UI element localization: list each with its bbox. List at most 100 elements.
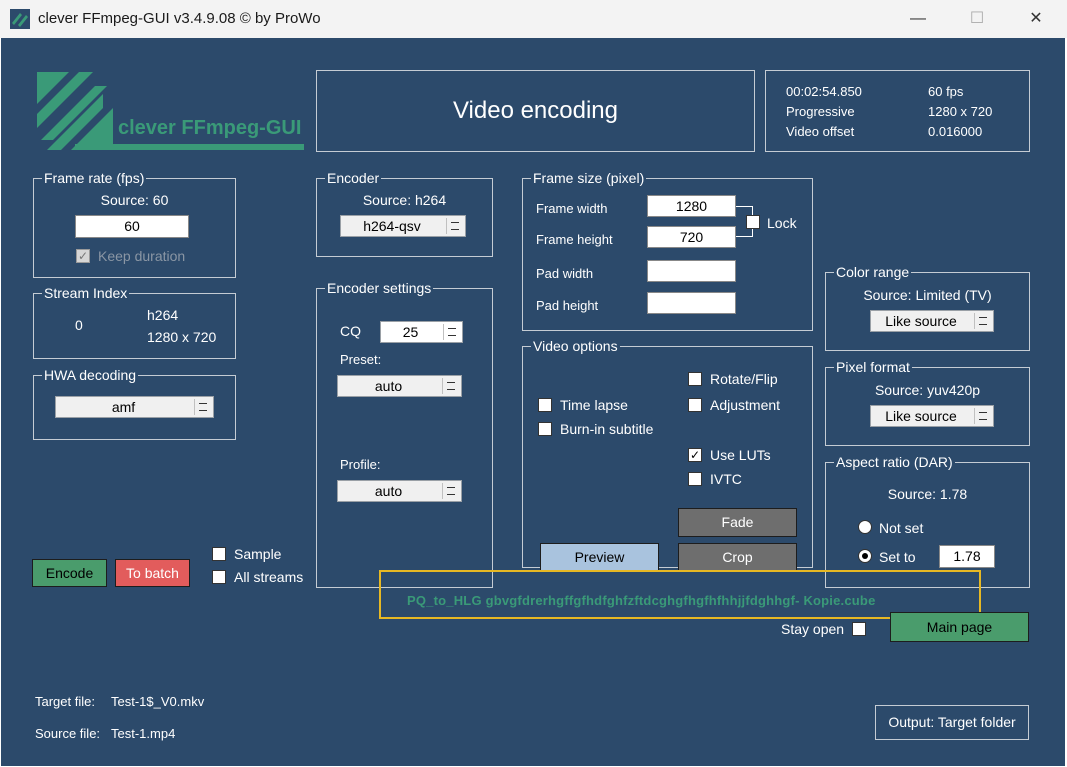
adjustment-checkbox[interactable] xyxy=(688,398,702,412)
crop-button[interactable]: Crop xyxy=(678,543,797,572)
spin-arrows-icon xyxy=(442,378,459,394)
page-title: Video encoding xyxy=(452,97,619,124)
preview-button[interactable]: Preview xyxy=(540,543,659,572)
frame-size-group: Frame size (pixel) Frame width 1280 Fram… xyxy=(522,170,813,331)
stream-resolution-value: 1280 x 720 xyxy=(147,329,217,345)
encoder-select[interactable]: h264-qsv xyxy=(340,215,466,237)
stay-open-label: Stay open xyxy=(781,621,845,637)
keep-duration-checkbox[interactable]: ✓ xyxy=(76,249,90,263)
logo-text: clever FFmpeg-GUI xyxy=(118,117,302,139)
fade-button[interactable]: Fade xyxy=(678,508,797,537)
stream-index-group: Stream Index 0 h264 1280 x 720 xyxy=(33,285,236,359)
color-range-source: Source: Limited (TV) xyxy=(863,287,992,303)
target-file-value: Test-1$_V0.mkv xyxy=(111,694,205,709)
video-options-group: Video options Rotate/Flip Time lapse Adj… xyxy=(522,338,813,572)
spin-arrows-icon xyxy=(443,324,460,340)
hwa-decoding-value: amf xyxy=(111,399,136,415)
aspect-ratio-legend: Aspect ratio (DAR) xyxy=(834,454,955,470)
video-offset-value: 0.016000 xyxy=(928,124,983,139)
ffmpeg-logo-icon xyxy=(37,72,113,150)
stream-index-legend: Stream Index xyxy=(42,285,130,301)
stream-index-value: 0 xyxy=(75,317,83,333)
app-logo-icon xyxy=(10,9,30,29)
cq-stepper[interactable]: 25 xyxy=(380,321,463,343)
set-to-radio[interactable] xyxy=(858,549,872,563)
lock-label: Lock xyxy=(767,215,797,231)
header-panel: Video encoding xyxy=(316,70,755,152)
preset-value: auto xyxy=(374,378,403,394)
encoder-settings-group: Encoder settings CQ 25 Preset: auto Prof… xyxy=(316,280,493,588)
lut-file-name[interactable]: PQ_to_HLG gbvgfdrerhgffgfhdfghfzftdcghgf… xyxy=(407,593,876,609)
frame-rate-group: Frame rate (fps) Source: 60 60 ✓ Keep du… xyxy=(33,170,236,278)
sample-label: Sample xyxy=(234,546,282,562)
pad-height-label: Pad height xyxy=(536,298,599,313)
time-lapse-label: Time lapse xyxy=(560,397,628,413)
adjustment-label: Adjustment xyxy=(710,397,781,413)
pixel-format-group: Pixel format Source: yuv420p Like source xyxy=(825,359,1030,446)
aspect-ratio-input[interactable]: 1.78 xyxy=(939,545,995,568)
rotate-flip-checkbox[interactable] xyxy=(688,372,702,386)
encoder-value: h264-qsv xyxy=(363,218,421,234)
frame-width-input[interactable]: 1280 xyxy=(647,195,736,217)
set-to-label: Set to xyxy=(879,549,916,565)
sample-checkbox[interactable] xyxy=(212,547,226,561)
resolution-value: 1280 x 720 xyxy=(928,104,993,119)
output-target-folder-button[interactable]: Output: Target folder xyxy=(875,705,1029,740)
pad-width-input[interactable] xyxy=(647,260,736,282)
video-options-legend: Video options xyxy=(531,338,620,354)
cq-value: 25 xyxy=(402,324,419,340)
to-batch-button[interactable]: To batch xyxy=(115,559,190,587)
ivtc-label: IVTC xyxy=(710,471,742,487)
all-streams-label: All streams xyxy=(234,569,304,585)
spin-arrows-icon xyxy=(194,399,211,415)
pixel-format-source: Source: yuv420p xyxy=(874,382,981,398)
pixel-format-value: Like source xyxy=(885,408,957,424)
frame-rate-source: Source: 60 xyxy=(100,192,169,208)
preset-label: Preset: xyxy=(340,352,382,367)
ivtc-checkbox[interactable] xyxy=(688,472,702,486)
stay-open-checkbox[interactable] xyxy=(852,622,866,636)
time-lapse-checkbox[interactable] xyxy=(538,398,552,412)
target-file-label: Target file: xyxy=(35,694,95,709)
frame-rate-legend: Frame rate (fps) xyxy=(42,170,147,186)
minimize-button[interactable]: — xyxy=(895,0,941,38)
cq-label: CQ xyxy=(340,323,361,339)
frame-height-input[interactable]: 720 xyxy=(647,226,736,248)
use-luts-checkbox[interactable]: ✓ xyxy=(688,448,702,462)
not-set-radio[interactable] xyxy=(858,520,872,534)
close-button[interactable]: ✕ xyxy=(1013,0,1059,38)
pixel-format-select[interactable]: Like source xyxy=(870,405,994,427)
stream-codec-value: h264 xyxy=(147,307,179,323)
not-set-label: Not set xyxy=(879,520,924,536)
maximize-button[interactable]: ☐ xyxy=(954,0,1000,38)
keep-duration-label: Keep duration xyxy=(98,248,186,264)
frame-size-legend: Frame size (pixel) xyxy=(531,170,647,186)
spin-arrows-icon xyxy=(974,408,991,424)
lock-checkbox[interactable] xyxy=(746,215,760,229)
source-file-label: Source file: xyxy=(35,726,101,741)
encoder-group: Encoder Source: h264 h264-qsv xyxy=(316,170,493,257)
source-file-value: Test-1.mp4 xyxy=(111,726,176,741)
frame-width-label: Frame width xyxy=(536,201,608,216)
all-streams-checkbox[interactable] xyxy=(212,570,226,584)
use-luts-label: Use LUTs xyxy=(710,447,771,463)
color-range-group: Color range Source: Limited (TV) Like so… xyxy=(825,264,1030,351)
frame-rate-input[interactable]: 60 xyxy=(75,215,189,238)
frame-height-label: Frame height xyxy=(536,232,613,247)
encode-button[interactable]: Encode xyxy=(32,559,107,587)
pixel-format-legend: Pixel format xyxy=(834,359,912,375)
spin-arrows-icon xyxy=(446,218,463,234)
duration-value: 00:02:54.850 xyxy=(786,84,862,99)
preset-select[interactable]: auto xyxy=(337,375,462,397)
hwa-decoding-select[interactable]: amf xyxy=(55,396,214,418)
encoder-settings-legend: Encoder settings xyxy=(325,280,434,296)
hwa-decoding-legend: HWA decoding xyxy=(42,367,139,383)
pad-height-input[interactable] xyxy=(647,292,736,314)
fps-value: 60 fps xyxy=(928,84,964,99)
color-range-select[interactable]: Like source xyxy=(870,310,994,332)
profile-select[interactable]: auto xyxy=(337,480,462,502)
main-window: clever FFmpeg-GUI Video encoding 00:02:5… xyxy=(1,38,1065,766)
main-page-button[interactable]: Main page xyxy=(890,612,1029,642)
scan-type-value: Progressive xyxy=(786,104,855,119)
burn-in-subtitle-checkbox[interactable] xyxy=(538,422,552,436)
